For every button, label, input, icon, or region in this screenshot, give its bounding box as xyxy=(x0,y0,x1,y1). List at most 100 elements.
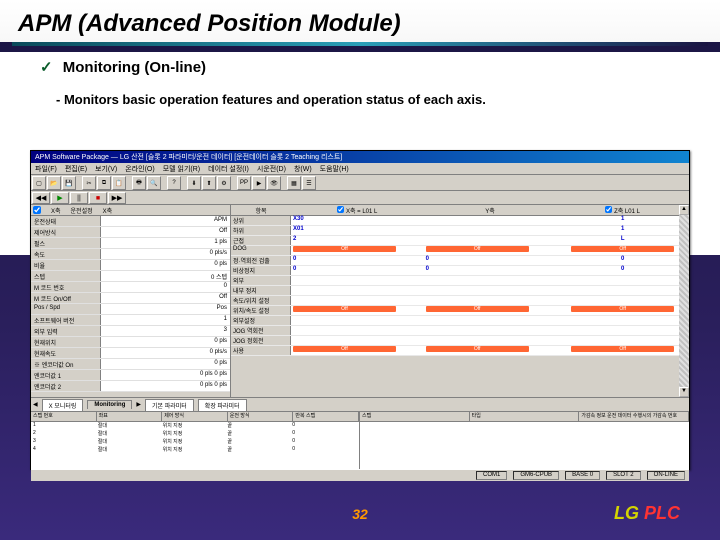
bp-row[interactable]: 4절대위치 지정끝0 xyxy=(31,446,359,454)
monitor-cell-x xyxy=(291,296,424,305)
tab-nav-prev-icon[interactable]: ◀ xyxy=(33,401,38,408)
bp-row[interactable]: 3절대위치 지정끝0 xyxy=(31,438,359,446)
monitor-row: DOGOffOffOff xyxy=(231,246,689,256)
param-value: APM xyxy=(101,216,230,226)
param-label: M 코드 번호 xyxy=(31,282,101,292)
statusbar: COM1 GM6-CPUB BASE 0 SLOT 2 ON-LINE xyxy=(31,469,689,481)
off-pill: Off xyxy=(426,306,529,312)
param-value: 0 pls xyxy=(101,337,230,347)
param-value: Off xyxy=(101,227,230,237)
tb-grid-icon[interactable]: ▦ xyxy=(287,176,301,190)
stop-button[interactable]: ■ xyxy=(89,192,107,204)
param-row: Pos / SpdPos xyxy=(31,304,230,315)
toolbar: ▢ 📂 💾 ✂ ⧉ 📋 🖶 🔍 ? ⬇ ⬆ ⚙ PP ▶ 👁 ▦ ☰ xyxy=(31,175,689,191)
param-value: 0 pls xyxy=(101,260,230,270)
monitor-cell-y xyxy=(424,276,557,285)
tab-ext-param[interactable]: 확장 파라미터 xyxy=(198,399,247,411)
tab-nav-next-icon[interactable]: ▶ xyxy=(136,401,141,408)
tb-print-icon[interactable]: 🖶 xyxy=(132,176,146,190)
monitor-row: 외부 xyxy=(231,276,689,286)
ff-button[interactable]: ▶▶ xyxy=(108,192,126,204)
menu-online[interactable]: 온라인(O) xyxy=(125,164,154,173)
tab-monitoring[interactable]: Monitoring xyxy=(87,400,132,409)
z-check[interactable] xyxy=(605,206,612,213)
param-value: 1 xyxy=(101,315,230,325)
param-label: 비율 xyxy=(31,260,101,270)
tab-xmon[interactable]: X 모니터링 xyxy=(42,399,84,411)
param-value: 3 xyxy=(101,326,230,336)
combo-label[interactable]: 운전설정 xyxy=(71,206,93,215)
monitor-cell-x xyxy=(291,286,424,295)
bp-right-body xyxy=(360,422,689,470)
param-value: 1 pls xyxy=(101,238,230,248)
tb-pp-icon[interactable]: PP xyxy=(237,176,251,190)
page-number: 32 xyxy=(352,506,368,522)
menu-window[interactable]: 창(W) xyxy=(294,164,312,173)
menu-data[interactable]: 데이터 설정(I) xyxy=(208,164,249,173)
param-table: 운전상태APM제어방식Off펄스1 pls속도0 pls/s비율0 pls스텝0… xyxy=(31,216,230,392)
monitor-cell-y: 0 xyxy=(424,256,557,265)
menu-file[interactable]: 파일(F) xyxy=(35,164,57,173)
bp-right-header: 스텝타입가감속 정보 운전 데이터 수행시의 가감속 번호 xyxy=(360,412,689,422)
monitor-cell-z xyxy=(556,336,689,345)
param-row: 소프트웨어 버전1 xyxy=(31,315,230,326)
x-check[interactable] xyxy=(337,206,344,213)
tb-cut-icon[interactable]: ✂ xyxy=(82,176,96,190)
tb-new-icon[interactable]: ▢ xyxy=(32,176,46,190)
monitor-cell-x: Off xyxy=(291,306,424,315)
tb-list-icon[interactable]: ☰ xyxy=(302,176,316,190)
monitor-label: 내부 정지 xyxy=(231,286,291,295)
monitor-cell-y: 0 xyxy=(424,266,557,275)
monitor-grid: 상위X301하위X011근접2LDOGOffOffOff정·역회전 검출000비… xyxy=(231,216,689,356)
monitor-label: 외부 xyxy=(231,276,291,285)
param-row: 속도0 pls/s xyxy=(31,249,230,260)
monitor-row: 사용OffOffOff xyxy=(231,346,689,356)
menu-help[interactable]: 도움말(H) xyxy=(320,164,349,173)
menu-view[interactable]: 보기(V) xyxy=(95,164,117,173)
param-value: 0 pls/s xyxy=(101,249,230,259)
monitor-cell-y xyxy=(424,326,557,335)
tb-download-icon[interactable]: ⬇ xyxy=(187,176,201,190)
play-button[interactable]: ▶ xyxy=(51,192,69,204)
tb-preview-icon[interactable]: 🔍 xyxy=(147,176,161,190)
menu-model[interactable]: 모델 읽기(R) xyxy=(163,164,200,173)
transport-toolbar: ◀◀ ▶ || ■ ▶▶ xyxy=(31,191,689,205)
monitor-row: 하위X011 xyxy=(231,226,689,236)
scroll-down-icon[interactable]: ▼ xyxy=(679,387,689,397)
tb-help-icon[interactable]: ? xyxy=(167,176,181,190)
bp-col-header: 가감속 정보 운전 데이터 수행시의 가감속 번호 xyxy=(579,412,689,421)
tb-config-icon[interactable]: ⚙ xyxy=(217,176,231,190)
combo2-label[interactable]: X축 xyxy=(103,206,113,215)
tab-basic-param[interactable]: 기본 파라미터 xyxy=(145,399,194,411)
off-pill: Off xyxy=(293,346,396,352)
pause-button[interactable]: || xyxy=(70,192,88,204)
menu-test[interactable]: 시운전(D) xyxy=(257,164,286,173)
tb-paste-icon[interactable]: 📋 xyxy=(112,176,126,190)
bp-row[interactable]: 1절대위치 지정끝0 xyxy=(31,422,359,430)
scroll-up-icon[interactable]: ▲ xyxy=(679,205,689,215)
param-row: 현재속도0 pls/s xyxy=(31,348,230,359)
scrollbar-v[interactable]: ▲ ▼ xyxy=(679,205,689,397)
param-value: 0 pls xyxy=(101,359,230,369)
rewind-button[interactable]: ◀◀ xyxy=(32,192,50,204)
bp-row[interactable]: 2절대위치 지정끝0 xyxy=(31,430,359,438)
tb-copy-icon[interactable]: ⧉ xyxy=(97,176,111,190)
monitor-label: DOG xyxy=(231,246,291,255)
monitor-row: 근접2L xyxy=(231,236,689,246)
axis-checkbox[interactable] xyxy=(33,206,41,214)
monitor-cell-z xyxy=(556,276,689,285)
param-row: 펄스1 pls xyxy=(31,238,230,249)
off-pill: Off xyxy=(426,246,529,252)
tb-run-icon[interactable]: ▶ xyxy=(252,176,266,190)
param-value: 0 xyxy=(101,282,230,292)
status-slot: SLOT 2 xyxy=(606,471,641,480)
tb-open-icon[interactable]: 📂 xyxy=(47,176,61,190)
tb-monitor-icon[interactable]: 👁 xyxy=(267,176,281,190)
monitor-row: 비상정지000 xyxy=(231,266,689,276)
tb-upload-icon[interactable]: ⬆ xyxy=(202,176,216,190)
tb-save-icon[interactable]: 💾 xyxy=(62,176,76,190)
param-label: 현재속도 xyxy=(31,348,101,358)
bp-col-header: 타입 xyxy=(470,412,580,421)
menu-edit[interactable]: 편집(E) xyxy=(65,164,87,173)
status-base: BASE 0 xyxy=(565,471,600,480)
